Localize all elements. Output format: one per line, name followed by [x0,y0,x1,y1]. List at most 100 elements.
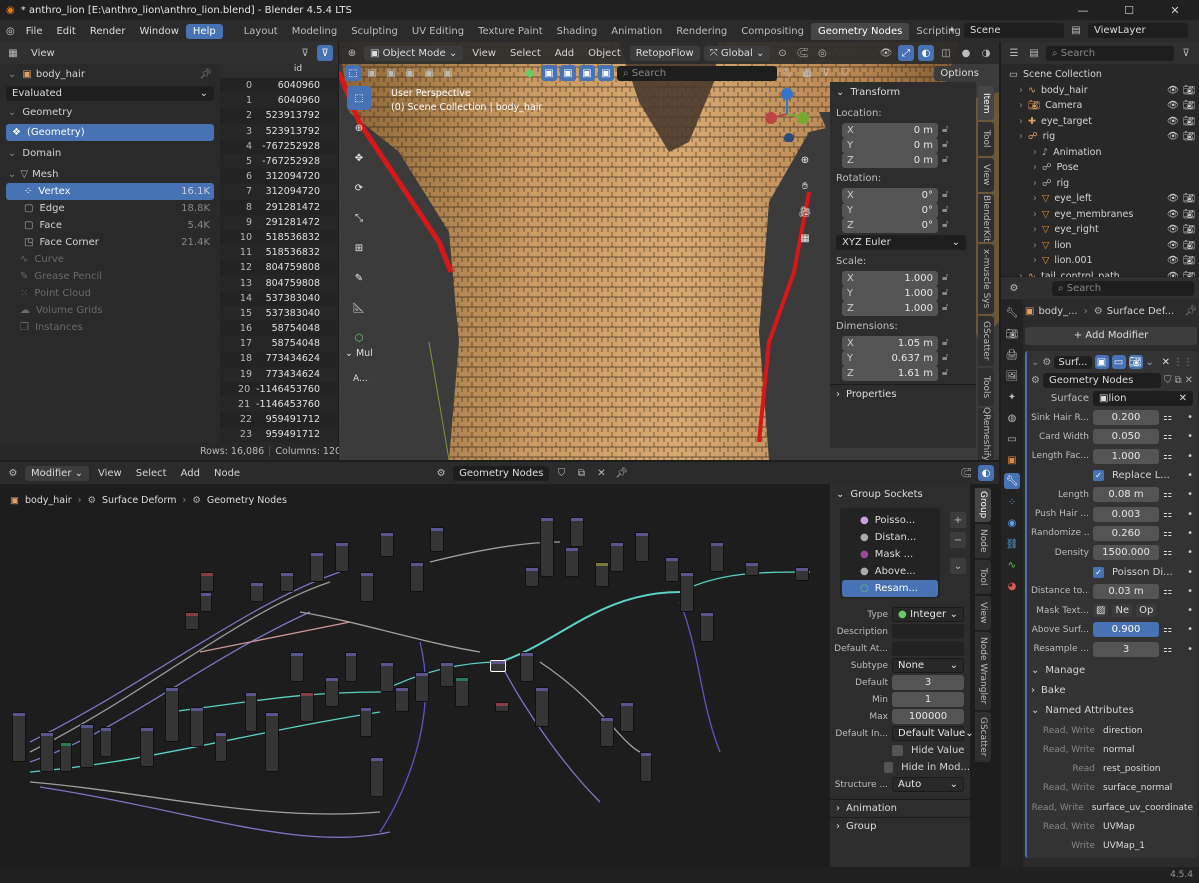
graph-node[interactable] [300,692,314,722]
number-field[interactable]: Z 0 m [842,152,938,168]
shield-icon[interactable]: ⛉ [837,65,853,81]
component-volume-grids[interactable]: ☁ Volume Grids [0,302,220,319]
display-mode-icon[interactable]: ▤ [1026,45,1042,61]
constraints-tab-icon[interactable]: ⛓ [1004,536,1020,552]
lock-icon[interactable]: 🔓︎ [942,204,948,215]
snap-icon[interactable]: 🧲︎ [794,45,810,61]
socket-property-dropdown[interactable]: Default Value ⌄ [892,726,974,741]
number-field[interactable]: Z 1.61 m [842,365,938,381]
modifier-name-field[interactable]: Surf... [1054,355,1092,369]
number-field[interactable]: X 0° [842,187,938,203]
graph-node[interactable] [200,572,214,592]
param-value-field[interactable]: 0.03 m [1093,583,1159,599]
filter-object-3-icon[interactable]: ▣ [579,65,595,81]
socket-item[interactable]: ● Above... [842,563,938,580]
lock-icon[interactable]: 🔓︎ [942,287,948,298]
filter-icon[interactable]: ⊽ [297,45,313,61]
node-tree-name-field[interactable]: Geometry Nodes [453,465,550,481]
graph-node[interactable] [795,567,809,581]
number-field[interactable]: Y 0° [842,202,938,218]
shield-icon[interactable]: ⛉ [1164,375,1172,386]
param-value-field[interactable]: 0.260 [1093,525,1159,541]
duplicate-icon[interactable]: ⧉ [1174,375,1181,386]
visibility-eye-icon[interactable]: 👁︎ [1167,131,1179,142]
socket-property-field[interactable]: 3 [892,675,964,690]
keyframe-dot-icon[interactable]: • [1187,605,1193,616]
param-value-field[interactable]: 1.000 [1093,448,1159,464]
group-panel-header[interactable]: › Group [830,817,970,835]
socket-property-field[interactable]: 100000 [892,709,964,724]
graph-node[interactable] [415,672,429,702]
graph-node[interactable] [490,660,506,672]
lock-icon[interactable]: 🔓︎ [942,154,948,165]
column-header-id[interactable]: id [258,64,338,78]
lock-icon[interactable]: 🔓︎ [942,189,948,200]
outliner-item[interactable]: › ▽ lion 👁︎ 📷︎ [1001,238,1199,254]
domain-section[interactable]: ⌄ Domain [0,145,220,162]
select-mode-new-icon[interactable]: ▣ [364,65,380,81]
graph-node[interactable] [540,517,554,577]
visibility-icon[interactable]: 👁︎ [878,45,894,61]
param-value-field[interactable]: 0.08 m [1093,487,1159,503]
node-sidebar-tab-gscatter[interactable]: GScatter [975,712,991,762]
graph-node[interactable] [200,592,212,612]
visibility-eye-icon[interactable]: 👁︎ [1167,240,1179,251]
render-camera-icon[interactable]: 📷︎ [1183,240,1195,251]
tab-texture-paint[interactable]: Texture Paint [471,23,550,40]
menu-file[interactable]: File [19,24,50,39]
graph-node[interactable] [455,677,469,707]
sidebar-tab-tools[interactable]: Tools [978,368,994,406]
chevron-down-icon[interactable]: ⌄ [1031,357,1039,368]
minimize-button[interactable]: — [1060,0,1106,20]
add-socket-icon[interactable]: + [950,512,966,528]
domain-face[interactable]: ▢ Face 5.4K [6,217,214,234]
properties-panel-header[interactable]: › Properties [830,384,976,404]
attribute-toggle-icon[interactable]: ⚏ [1163,431,1172,442]
node-sidebar-tab-view[interactable]: View [975,596,991,630]
tab-sculpting[interactable]: Sculpting [344,23,405,40]
viewport-view-menu[interactable]: View [467,48,501,59]
mode-dropdown[interactable]: ▣ Object Mode ⌄ [364,45,464,61]
node-sidebar-tab-node-wrangler[interactable]: Node Wrangler [975,632,991,710]
pin-icon[interactable]: 📌︎ [199,69,212,80]
attribute-toggle-icon[interactable]: ⚏ [1163,451,1172,462]
maximize-button[interactable]: ☐ [1106,0,1152,20]
outliner-item[interactable]: › ▽ lion.001 👁︎ 📷︎ [1001,253,1199,269]
lock-icon[interactable]: 🔓︎ [942,139,948,150]
socket-item[interactable]: ● Poisso... [842,512,938,529]
scene-tab-icon[interactable]: ✦ [1004,389,1020,405]
render-camera-icon[interactable]: 📷︎ [1183,85,1195,96]
object-color-icon[interactable]: ● [522,65,538,81]
component-grease-pencil[interactable]: ✎ Grease Pencil [0,268,220,285]
domain-face-corner[interactable]: ◳ Face Corner 21.4K [6,234,214,251]
tab-animation[interactable]: Animation [604,23,669,40]
lock-icon[interactable]: 🔓︎ [942,219,948,230]
component-curve[interactable]: ∿ Curve [0,251,220,268]
keyframe-dot-icon[interactable]: • [1187,547,1193,558]
visibility-eye-icon[interactable]: 👁︎ [1167,209,1179,220]
properties-search-input[interactable]: ⌕ Search [1052,280,1194,296]
graph-node[interactable] [290,652,304,682]
param-value-field[interactable]: 1500.000 [1093,545,1159,561]
attribute-toggle-icon[interactable]: ⚏ [1163,509,1172,520]
node-sidebar-tab-tool[interactable]: Tool [975,560,991,594]
attribute-toggle-icon[interactable]: ⚏ [1163,528,1172,539]
chevron-right-icon[interactable]: › [1033,193,1042,204]
close-icon[interactable]: ✕ [1162,357,1170,368]
graph-node[interactable] [620,702,634,732]
graph-node[interactable] [710,542,724,572]
outliner-item[interactable]: › ☍ rig 👁︎ 📷︎ [1001,129,1199,145]
graph-node[interactable] [525,567,539,587]
select-mode-subtract-icon[interactable]: ▣ [402,65,418,81]
attribute-toggle-icon[interactable]: ⚏ [1163,489,1172,500]
graph-node[interactable] [700,612,714,642]
sidebar-tab-blenderkit[interactable]: BlenderKit [978,194,994,242]
sidebar-tab-tool[interactable]: Tool [978,122,994,156]
socket-menu-icon[interactable]: ⌄ [950,558,966,574]
tab-uv-editing[interactable]: UV Editing [405,23,471,40]
graph-node[interactable] [535,687,549,727]
graph-node[interactable] [430,527,444,552]
transform-tool-icon[interactable]: ⊞ [347,236,371,260]
filter-object-2-icon[interactable]: ▣ [560,65,576,81]
chevron-right-icon[interactable]: › [1033,255,1042,266]
